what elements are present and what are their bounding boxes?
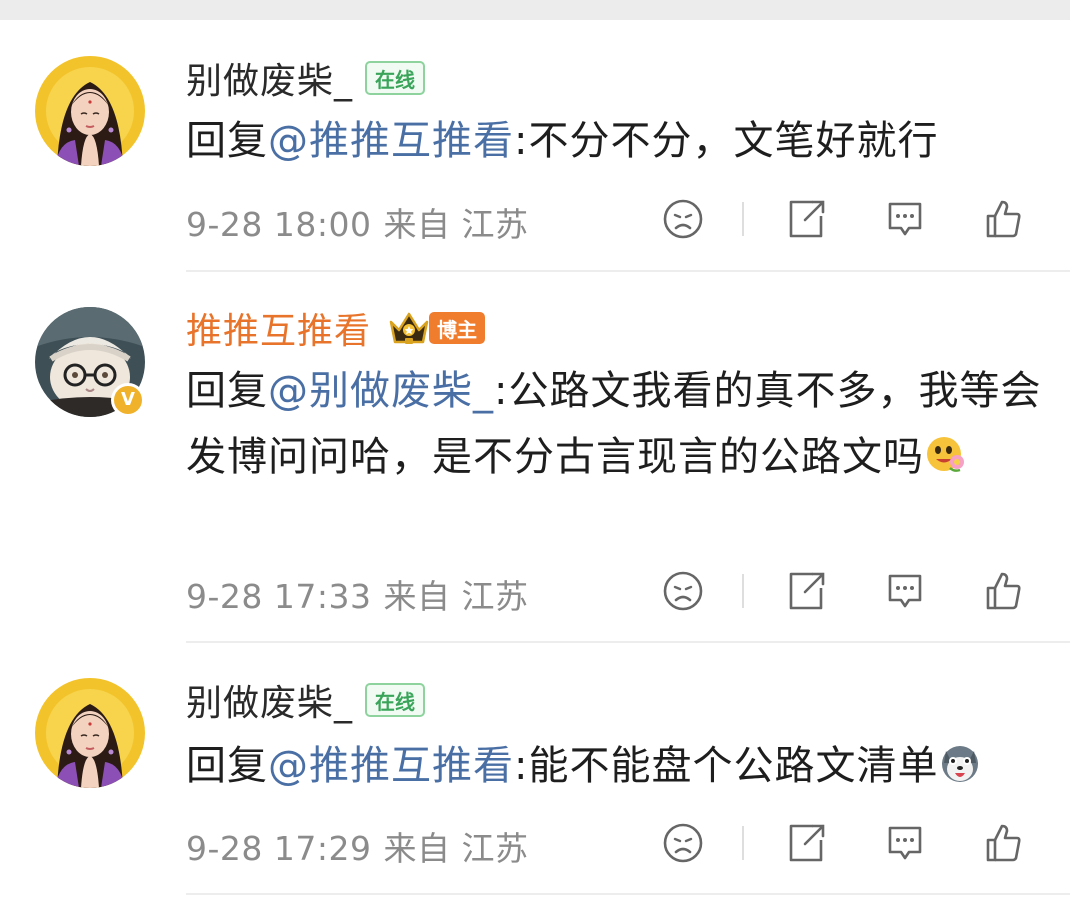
name-row: 别做废柴_ 在线 — [186, 678, 426, 724]
comment-text: 回复@推推互推看:不分不分，文笔好就行 — [186, 108, 1046, 174]
like-thumb-icon[interactable] — [980, 568, 1026, 614]
share-icon[interactable] — [783, 568, 829, 614]
action-separator — [742, 826, 744, 860]
comment-meta: 9-28 17:29 来自 江苏 — [186, 822, 529, 870]
avatar[interactable] — [35, 56, 145, 166]
mention-link[interactable]: @别做废柴_ — [268, 368, 494, 414]
comment-text: 回复@推推互推看:能不能盘个公路文清单 — [186, 733, 1046, 799]
timestamp: 9-28 17:33 — [186, 577, 372, 616]
action-separator — [742, 574, 744, 608]
share-icon[interactable] — [783, 196, 829, 242]
comment-meta: 9-28 17:33 来自 江苏 — [186, 570, 529, 618]
comment-icon[interactable] — [882, 568, 928, 614]
like-thumb-icon[interactable] — [980, 196, 1026, 242]
action-bar — [660, 196, 1030, 242]
online-badge: 在线 — [365, 61, 426, 95]
timestamp: 9-28 17:29 — [186, 829, 372, 868]
comment-text: 回复@别做废柴_:公路文我看的真不多，我等会发博问问哈，是不分古言现言的公路文吗 — [186, 358, 1046, 490]
divider — [186, 270, 1070, 272]
reply-body: :能不能盘个公路文清单 — [514, 743, 939, 789]
blogger-badge: 博主 — [429, 312, 486, 344]
avatar[interactable] — [35, 678, 145, 788]
action-bar — [660, 568, 1030, 614]
comment-icon[interactable] — [882, 196, 928, 242]
action-separator — [742, 202, 744, 236]
name-row: 推推互推看 博主 — [186, 306, 486, 352]
dislike-face-icon[interactable] — [660, 568, 706, 614]
share-icon[interactable] — [783, 820, 829, 866]
dislike-face-icon[interactable] — [660, 820, 706, 866]
divider — [186, 893, 1070, 895]
like-thumb-icon[interactable] — [980, 820, 1026, 866]
divider — [186, 641, 1070, 643]
timestamp: 9-28 18:00 — [186, 205, 372, 244]
verified-badge: V — [111, 383, 145, 417]
comment-meta: 9-28 18:00 来自 江苏 — [186, 198, 529, 246]
username[interactable]: 别做废柴_ — [186, 52, 353, 104]
top-bar — [0, 0, 1070, 20]
husky-emoji — [942, 746, 979, 782]
reply-prefix: 回复 — [186, 118, 268, 164]
mention-link[interactable]: @推推互推看 — [268, 743, 514, 789]
reply-prefix: 回复 — [186, 743, 268, 789]
mention-link[interactable]: @推推互推看 — [268, 118, 514, 164]
location: 来自 江苏 — [383, 829, 529, 868]
name-row: 别做废柴_ 在线 — [186, 56, 426, 102]
location: 来自 江苏 — [383, 205, 529, 244]
username[interactable]: 推推互推看 — [186, 302, 371, 354]
reply-prefix: 回复 — [186, 368, 268, 414]
crown-icon — [389, 312, 429, 344]
username[interactable]: 别做废柴_ — [186, 674, 353, 726]
comment-icon[interactable] — [882, 820, 928, 866]
online-badge: 在线 — [365, 683, 426, 717]
action-bar — [660, 820, 1030, 866]
dislike-face-icon[interactable] — [660, 196, 706, 242]
reply-body: :不分不分，文笔好就行 — [514, 118, 939, 164]
happy-flower-emoji — [927, 437, 964, 472]
location: 来自 江苏 — [383, 577, 529, 616]
